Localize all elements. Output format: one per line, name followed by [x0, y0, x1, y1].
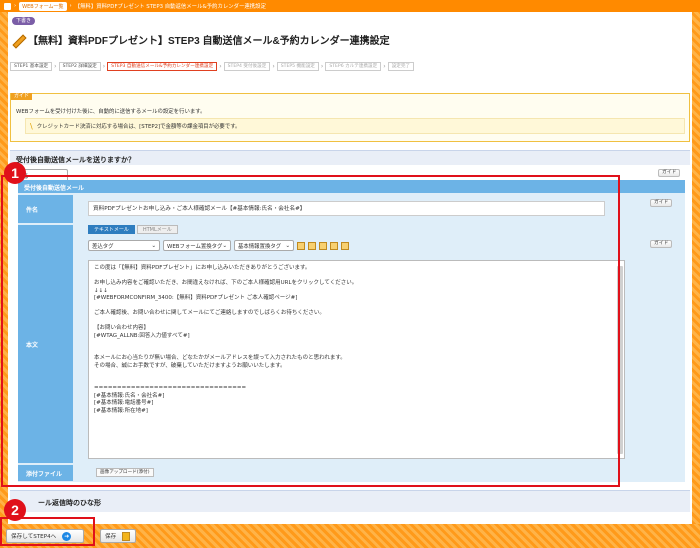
breadcrumb-current: 【無料】資料PDFプレゼント STEP3 自動返信メール&予約カレンダー連携設定 [74, 4, 266, 10]
insert-file-icon[interactable] [297, 241, 305, 250]
arrow-right-icon: ➜ [62, 531, 72, 541]
insert-tag-select-value: 差込タグ [92, 243, 114, 250]
tab-text-mail[interactable]: テキストメール [88, 225, 135, 234]
step-arrow-icon: › [219, 63, 222, 70]
step-arrow-icon: › [102, 63, 106, 70]
subject-label: 件名 [18, 195, 73, 223]
basic-info-tag-select[interactable]: 基本情報置換タグ ⌄ [234, 240, 294, 251]
body-line [94, 273, 619, 281]
body-line [94, 340, 619, 348]
auto-mail-panel: 受付後自動送信メール 件名 資料PDFプレゼントお申し込み・ご本人様確認メール【… [18, 180, 685, 482]
body-line [94, 378, 619, 386]
page-title: 【無料】資料PDFプレゼント】STEP3 自動送信メール&予約カレンダー連携設定 [28, 36, 390, 47]
step-1[interactable]: STEP1 基本設定 [10, 62, 53, 71]
copy-icon[interactable] [308, 241, 316, 250]
guide-box: ガイド WEBフォームを受け付けた後に、自動的に送信するメールの設定を行います。… [10, 93, 690, 142]
webform-tag-select[interactable]: WEBフォーム置換タグ ⌄ [163, 240, 231, 251]
save-and-next-button[interactable]: 保存してSTEP4へ ➜ [6, 529, 84, 543]
step-5[interactable]: STEP5 機能設定 [276, 62, 319, 71]
attachment-label: 添付ファイル [18, 465, 73, 481]
save-button[interactable]: 保存 [100, 529, 136, 543]
breadcrumb-bar: › WEBフォーム一覧 › 【無料】資料PDFプレゼント STEP3 自動返信メ… [0, 0, 700, 12]
body-line [94, 318, 619, 326]
panel-heading: 受付後自動送信メール [18, 180, 685, 193]
basic-info-tag-select-value: 基本情報置換タグ [238, 243, 282, 250]
callout-badge-1: 1 [4, 162, 26, 184]
folder-icon[interactable] [330, 241, 338, 250]
step-nav: STEP1 基本設定 › STEP2 詳細設定 › STEP3 自動送信メール&予約… [10, 62, 415, 71]
pencil-icon [10, 33, 24, 47]
guide-tab: ガイド [11, 93, 33, 100]
step-6[interactable]: STEP6 カルテ連携設定 [325, 62, 382, 71]
body-line [94, 303, 619, 311]
breadcrumb-separator: › [14, 3, 17, 9]
body-line: その場合、誠にお手数ですが、破棄していただけますようお願いいたします。 [94, 362, 286, 369]
body-line [94, 348, 619, 356]
question-guide-button[interactable]: ガイド [658, 169, 681, 177]
body-line: [#基本情報:氏名・会社名#] [94, 392, 165, 399]
home-icon[interactable] [4, 2, 11, 10]
tab-html-mail[interactable]: HTMLメール [136, 225, 178, 234]
body-line: この度は「【無料】資料PDFプレゼント」にお申し込みいただきありがとうございます… [94, 265, 311, 271]
webform-tag-select-value: WEBフォーム置換タグ [167, 243, 223, 250]
body-line: 本メールにお心当たりが無い場合、どなたかがメールアドレスを誤って入力されたものと… [94, 355, 346, 361]
question-title: 受付後自動送信メールを送りますか？ [16, 156, 135, 164]
callout-badge-2: 2 [4, 499, 26, 521]
chevron-down-icon: ⌄ [222, 242, 227, 249]
step-arrow-icon: › [320, 63, 324, 70]
guide-text: WEBフォームを受け付けた後に、自動的に送信するメールの設定を行います。 [16, 109, 206, 115]
body-line: [#基本情報:電話番号#] [94, 400, 154, 406]
question-bar: 受付後自動送信メールを送りますか？ [10, 150, 690, 165]
editor-toolbar: 差込タグ ⌄ WEBフォーム置換タグ ⌄ 基本情報置換タグ ⌄ [88, 240, 349, 251]
body-line: [#WTAG_ALLNB:回答入力値すべて#] [94, 332, 190, 339]
step-arrow-icon: › [383, 63, 386, 70]
guide-note: \ クレジットカード決済に対応する場合は、[STEP2]で金額等の課金項目が必要… [25, 118, 685, 134]
step-arrow-icon: › [54, 63, 57, 70]
footer-bar: 保存してSTEP4へ ➜ 保存 [0, 524, 700, 548]
body-line: [#WEBFORMCONFIRM_3400:【無料】資料PDFプレゼント ご本人… [94, 295, 298, 301]
body-guide-button[interactable]: ガイド [650, 240, 673, 248]
draft-status-button[interactable]: 下書き [12, 17, 36, 25]
body-line: ご本人確認後、お問い合わせに関してメールにてご連絡しますのでしばらくお待ちくださ… [94, 310, 325, 316]
body-label: 本文 [18, 225, 73, 463]
image-icon[interactable] [341, 241, 349, 250]
paste-icon[interactable] [319, 241, 327, 250]
breadcrumb-separator: › [69, 3, 72, 9]
right-stripe [692, 12, 700, 524]
body-line [94, 370, 619, 378]
subject-guide-button[interactable]: ガイド [650, 199, 673, 207]
save-and-next-label: 保存してSTEP4へ [11, 534, 57, 540]
subject-input[interactable]: 資料PDFプレゼントお申し込み・ご本人様確認メール【#基本情報:氏名・会社名#】 [88, 201, 605, 216]
mail-body-textarea[interactable]: この度は「【無料】資料PDFプレゼント」にお申し込みいただきありがとうございます… [88, 260, 625, 459]
chevron-down-icon: ⌄ [151, 242, 156, 249]
lock-icon [122, 531, 131, 541]
chevron-down-icon: ⌄ [285, 242, 290, 249]
step-arrow-icon: › [272, 63, 275, 70]
body-line: お申し込み内容をご確認いただき、お間違えなければ、下のご本人様確認用URLをクリ… [94, 280, 358, 286]
body-line: [#基本情報:所在地#] [94, 407, 148, 414]
step-4[interactable]: STEP4 受付後設定 [223, 62, 271, 71]
editor-scrollbar[interactable] [617, 266, 623, 454]
insert-tag-select[interactable]: 差込タグ ⌄ [88, 240, 160, 251]
body-line: ================================= [94, 385, 247, 391]
save-label: 保存 [105, 534, 117, 540]
left-stripe [0, 12, 8, 524]
body-line: 【お問い合わせ内容】 [94, 325, 150, 331]
body-line: ↓↓↓ [94, 287, 108, 294]
mail-type-tabs: テキストメール HTMLメール [88, 225, 178, 234]
image-upload-button[interactable]: 画像アップロード(添付) [96, 468, 154, 477]
reply-template-section: ール返信時のひな形 [10, 490, 690, 512]
step-complete[interactable]: 設定完了 [387, 62, 415, 71]
key-icon: \ [30, 121, 33, 131]
title-row: 【無料】資料PDFプレゼント】STEP3 自動送信メール&予約カレンダー連携設定 [10, 32, 390, 47]
guide-note-text: クレジットカード決済に対応する場合は、[STEP2]で金額等の課金項目が必要です… [36, 124, 241, 130]
step-3[interactable]: STEP3 自動送信メール&予約カレンダー連携設定 [107, 62, 218, 71]
reply-template-title: ール返信時のひな形 [38, 499, 101, 507]
step-2[interactable]: STEP2 詳細設定 [58, 62, 101, 71]
breadcrumb-form-list[interactable]: WEBフォーム一覧 [19, 1, 67, 11]
chevron-down-icon: ⌄ [59, 172, 64, 179]
